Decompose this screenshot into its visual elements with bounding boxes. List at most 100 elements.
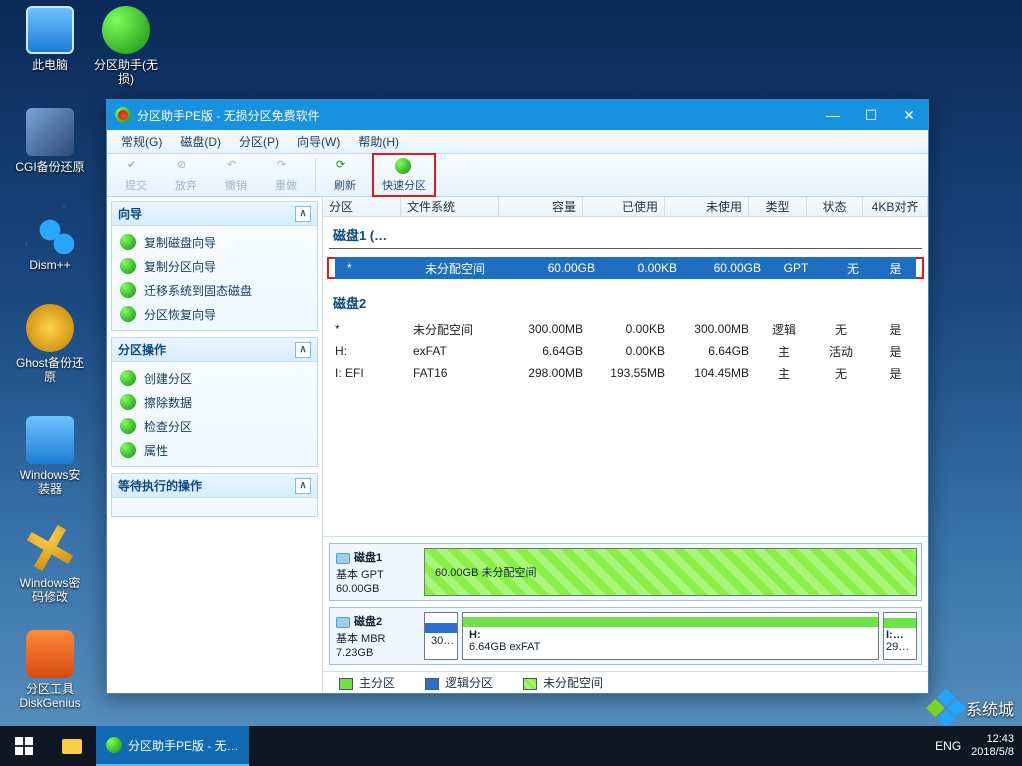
folder-icon (62, 739, 82, 754)
disk1-row-highlight: * 未分配空间 60.00GB 0.00KB 60.00GB GPT 无 是 (327, 257, 924, 279)
toolbar-quick-partition[interactable]: 快速分区 (374, 155, 434, 195)
toolbar-discard[interactable]: ⊘放弃 (161, 155, 211, 195)
close-button[interactable]: ✕ (890, 100, 928, 130)
toolbar-commit[interactable]: ✔提交 (111, 155, 161, 195)
menu-disk[interactable]: 磁盘(D) (172, 131, 229, 152)
panel-ops-header[interactable]: 分区操作∧ (112, 338, 317, 362)
disk-icon (336, 617, 350, 628)
table-row[interactable]: H: exFAT 6.64GB 0.00KB 6.64GB 主 活动 是 (323, 340, 928, 362)
check-icon: ✔ (127, 158, 145, 176)
sidebar-item-copy-partition[interactable]: 复制分区向导 (112, 254, 317, 278)
desktop-icon-windows-password[interactable]: Windows密 码修改 (12, 524, 88, 604)
diskmap-segment[interactable]: 60.00GB 未分配空间 (424, 548, 917, 596)
taskbar-app-button[interactable]: 分区助手PE版 - 无… (96, 726, 249, 766)
watermark: 系统城 (932, 694, 1014, 722)
diskmap-segment[interactable]: 30… (424, 612, 458, 660)
menubar: 常规(G) 磁盘(D) 分区(P) 向导(W) 帮助(H) (107, 130, 928, 154)
sidebar-item-wipe-data[interactable]: 擦除数据 (112, 390, 317, 414)
sidebar: 向导∧ 复制磁盘向导 复制分区向导 迁移系统到固态磁盘 分区恢复向导 分区操作∧… (107, 197, 323, 693)
desktop-icon-windows-installer[interactable]: Windows安 装器 (12, 416, 88, 496)
undo-icon: ↶ (227, 158, 245, 176)
sidebar-item-properties[interactable]: 属性 (112, 438, 317, 462)
sidebar-item-check-partition[interactable]: 检查分区 (112, 414, 317, 438)
col-4k-align[interactable]: 4KB对齐 (863, 197, 928, 216)
grid-header: 分区 文件系统 容量 已使用 未使用 类型 状态 4KB对齐 (323, 197, 928, 217)
app-icon (115, 107, 131, 123)
tray-clock[interactable]: 12:43 2018/5/8 (971, 733, 1014, 759)
desktop-icon-partition-assistant[interactable]: 分区助手(无 损) (88, 6, 164, 86)
menu-help[interactable]: 帮助(H) (350, 131, 407, 152)
collapse-icon[interactable]: ∧ (295, 342, 311, 358)
sidebar-item-migrate-ssd[interactable]: 迁移系统到固态磁盘 (112, 278, 317, 302)
collapse-icon[interactable]: ∧ (295, 206, 311, 222)
disk-icon (336, 553, 350, 564)
disk1-title[interactable]: 磁盘1 (… (329, 217, 922, 249)
panel-wizard: 向导∧ 复制磁盘向导 复制分区向导 迁移系统到固态磁盘 分区恢复向导 (111, 201, 318, 331)
toolbar-undo[interactable]: ↶撤销 (211, 155, 261, 195)
quick-partition-highlight: 快速分区 (372, 153, 436, 197)
col-filesystem[interactable]: 文件系统 (401, 197, 499, 216)
col-type[interactable]: 类型 (749, 197, 807, 216)
diskmap-1-label: 磁盘1 基本 GPT 60.00GB (330, 544, 420, 600)
grid-body: 磁盘1 (… * 未分配空间 60.00GB 0.00KB 60.00GB GP… (323, 217, 928, 536)
wizard-icon (120, 306, 136, 322)
col-free[interactable]: 未使用 (665, 197, 749, 216)
op-icon (120, 370, 136, 386)
system-tray: ENG 12:43 2018/5/8 (935, 733, 1022, 759)
sidebar-item-partition-recovery[interactable]: 分区恢复向导 (112, 302, 317, 326)
table-row[interactable]: * 未分配空间 60.00GB 0.00KB 60.00GB GPT 无 是 (335, 257, 916, 279)
sidebar-item-copy-disk[interactable]: 复制磁盘向导 (112, 230, 317, 254)
desktop-icon-ghost-backup[interactable]: Ghost备份还 原 (12, 304, 88, 384)
toolbar: ✔提交 ⊘放弃 ↶撤销 ↷重做 ⟳刷新 快速分区 (107, 154, 928, 197)
window-buttons: ― ☐ ✕ (814, 100, 928, 130)
watermark-icon (926, 688, 966, 728)
op-icon (120, 394, 136, 410)
legend-primary: 主分区 (339, 674, 395, 691)
redo-icon: ↷ (277, 158, 295, 176)
menu-wizard[interactable]: 向导(W) (289, 131, 348, 152)
diskmap-2[interactable]: 磁盘2 基本 MBR 7.23GB 30… H:6.64GB exFAT (329, 607, 922, 665)
menu-general[interactable]: 常规(G) (113, 131, 170, 152)
disk2-title[interactable]: 磁盘2 (323, 279, 928, 318)
discard-icon: ⊘ (177, 158, 195, 176)
col-used[interactable]: 已使用 (583, 197, 665, 216)
toolbar-redo[interactable]: ↷重做 (261, 155, 311, 195)
titlebar[interactable]: 分区助手PE版 - 无损分区免费软件 ― ☐ ✕ (107, 100, 928, 130)
panel-partition-ops: 分区操作∧ 创建分区 擦除数据 检查分区 属性 (111, 337, 318, 467)
col-status[interactable]: 状态 (807, 197, 863, 216)
diskmap-area: 磁盘1 基本 GPT 60.00GB 60.00GB 未分配空间 磁盘2 基本 … (323, 536, 928, 671)
col-capacity[interactable]: 容量 (499, 197, 583, 216)
panel-pending-header[interactable]: 等待执行的操作∧ (112, 474, 317, 498)
windows-icon (15, 737, 33, 755)
diskmap-segment[interactable]: H:6.64GB exFAT (462, 612, 879, 660)
wizard-icon (120, 234, 136, 250)
table-row[interactable]: * 未分配空间 300.00MB 0.00KB 300.00MB 逻辑 无 是 (323, 318, 928, 340)
desktop-icon-dism[interactable]: Dism++ (12, 206, 88, 272)
col-partition[interactable]: 分区 (323, 197, 401, 216)
taskbar: 分区助手PE版 - 无… ENG 12:43 2018/5/8 (0, 726, 1022, 766)
diskmap-segment[interactable]: I:…29… (883, 612, 917, 660)
desktop-icon-cgi-backup[interactable]: CGI备份还原 (12, 108, 88, 174)
panel-wizard-header[interactable]: 向导∧ (112, 202, 317, 226)
minimize-button[interactable]: ― (814, 100, 852, 130)
toolbar-refresh[interactable]: ⟳刷新 (320, 155, 370, 195)
taskbar-explorer[interactable] (48, 726, 96, 766)
op-icon (120, 442, 136, 458)
toolbar-divider (315, 158, 316, 192)
panel-pending: 等待执行的操作∧ (111, 473, 318, 517)
refresh-icon: ⟳ (336, 158, 354, 176)
maximize-button[interactable]: ☐ (852, 100, 890, 130)
menu-partition[interactable]: 分区(P) (231, 131, 287, 152)
collapse-icon[interactable]: ∧ (295, 478, 311, 494)
legend-logical: 逻辑分区 (425, 674, 493, 691)
op-icon (120, 418, 136, 434)
desktop-icon-this-pc[interactable]: 此电脑 (12, 6, 88, 72)
diskmap-1[interactable]: 磁盘1 基本 GPT 60.00GB 60.00GB 未分配空间 (329, 543, 922, 601)
wizard-icon (120, 258, 136, 274)
start-button[interactable] (0, 726, 48, 766)
table-row[interactable]: I: EFI FAT16 298.00MB 193.55MB 104.45MB … (323, 362, 928, 384)
tray-lang[interactable]: ENG (935, 739, 961, 753)
desktop-icon-diskgenius[interactable]: 分区工具 DiskGenius (12, 630, 88, 710)
quick-partition-icon (395, 158, 413, 176)
sidebar-item-create-partition[interactable]: 创建分区 (112, 366, 317, 390)
